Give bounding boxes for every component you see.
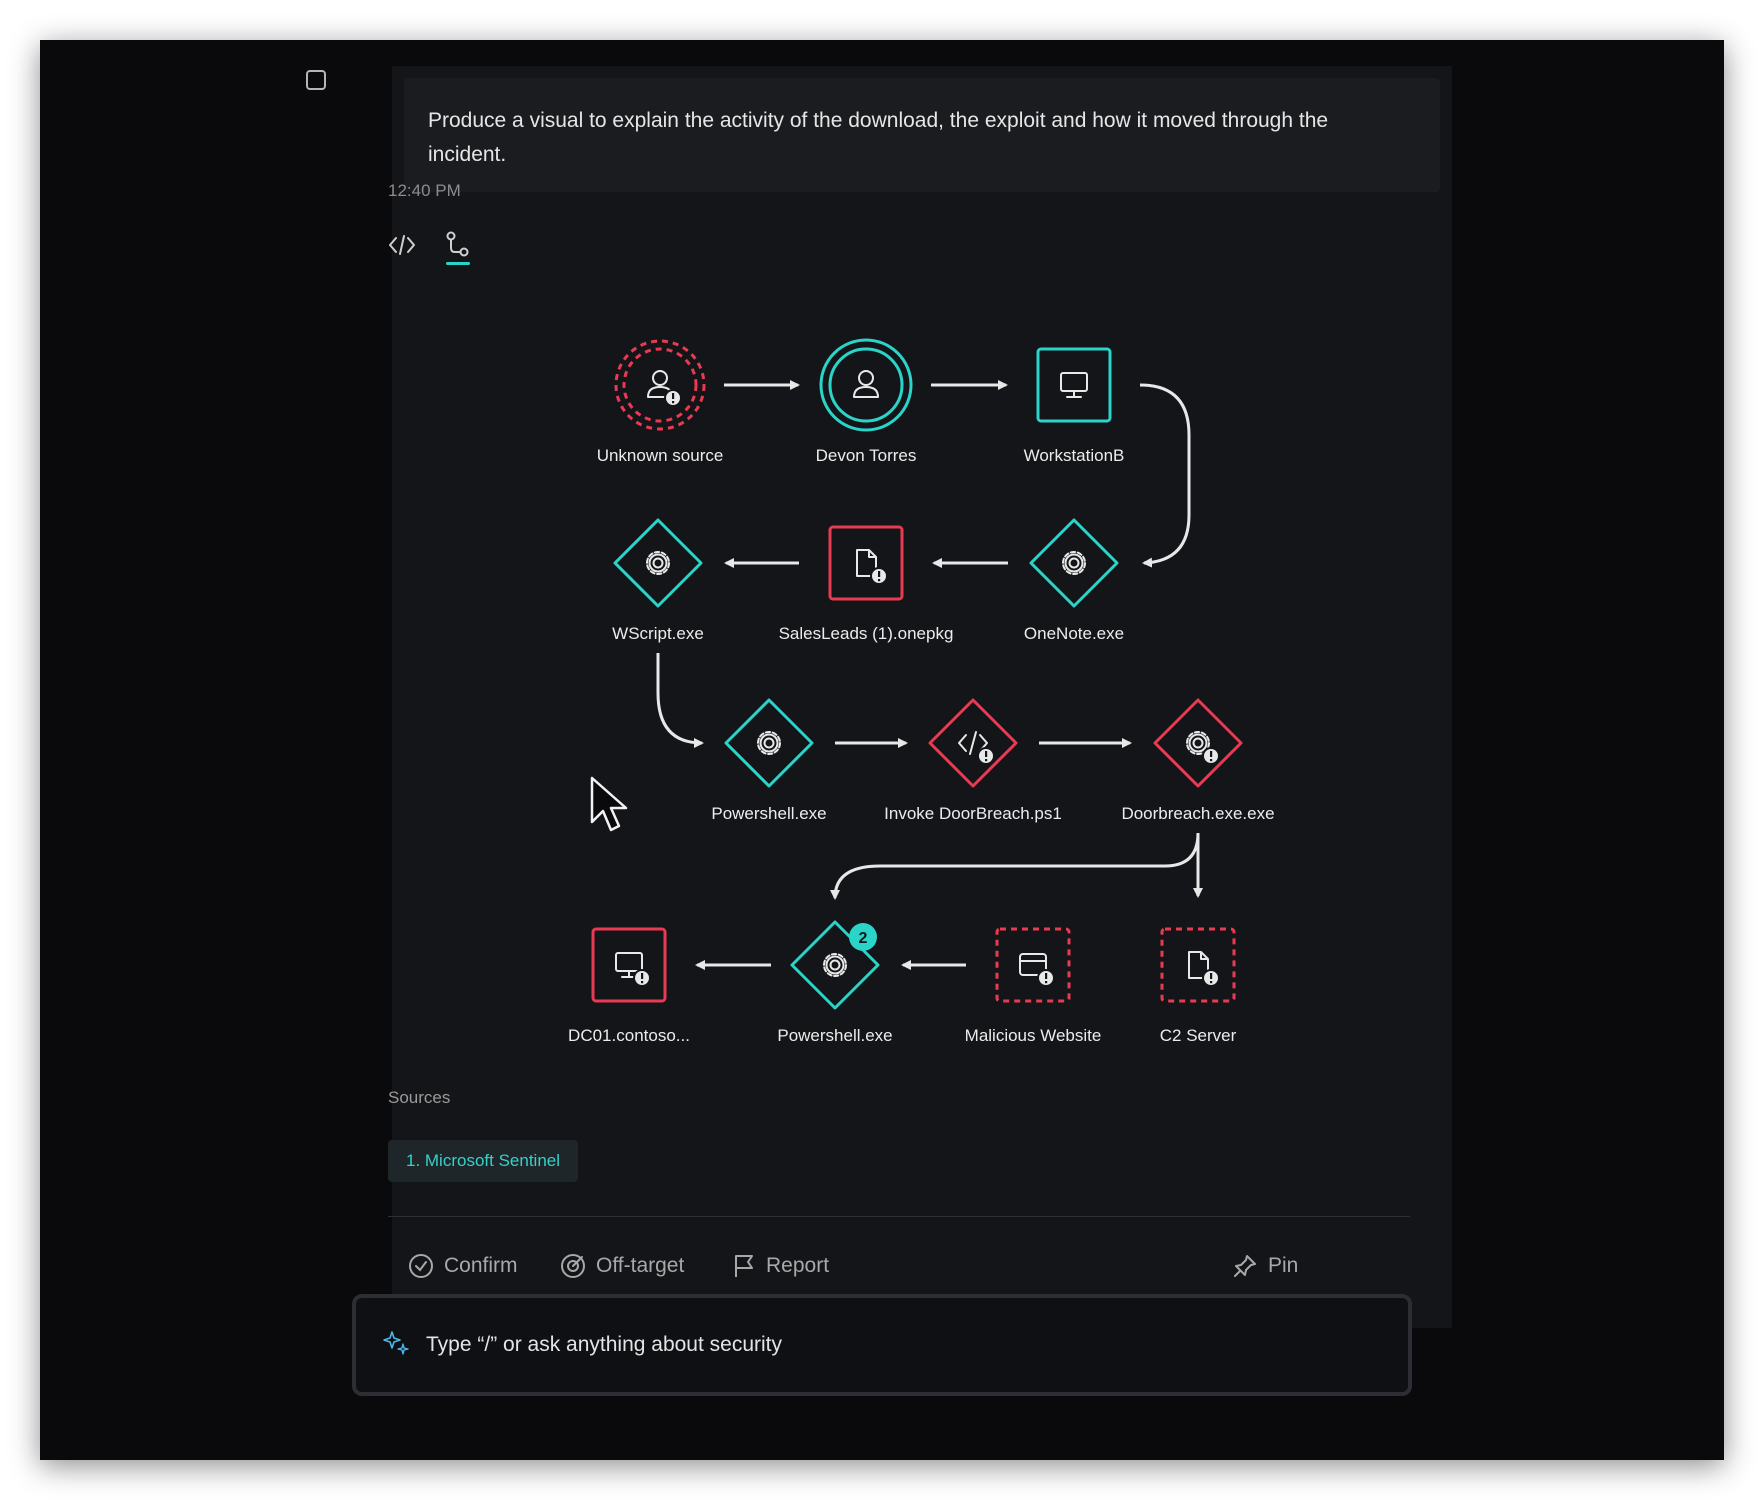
chat-input-box[interactable] (352, 1294, 1412, 1396)
select-prompt-checkbox[interactable] (306, 70, 326, 90)
pin-label: Pin (1268, 1254, 1299, 1277)
graph-icon (446, 231, 469, 257)
chat-input[interactable] (426, 1320, 1366, 1370)
pin-icon (1234, 1255, 1256, 1277)
pin-button[interactable]: Pin (1232, 1248, 1298, 1284)
prompt-card: Produce a visual to explain the activity… (404, 78, 1440, 192)
check-circle-icon (409, 1254, 433, 1278)
report-label: Report (766, 1254, 830, 1277)
app-window: Produce a visual to explain the activity… (40, 40, 1724, 1460)
flag-icon (735, 1255, 753, 1277)
sources-heading: Sources (388, 1088, 451, 1107)
code-icon (389, 235, 415, 255)
off-target-label: Off-target (596, 1254, 685, 1277)
target-icon (561, 1254, 585, 1278)
confirm-button[interactable]: Confirm (408, 1248, 518, 1284)
conversation-panel: Produce a visual to explain the activity… (392, 66, 1452, 1328)
source-chip-microsoft-sentinel[interactable]: 1. Microsoft Sentinel (388, 1140, 579, 1182)
response-timestamp: 12:40 PM (388, 181, 461, 200)
tab-code-view[interactable] (384, 225, 420, 265)
prompt-text: Produce a visual to explain the activity… (428, 109, 1329, 166)
divider (388, 1216, 1410, 1217)
report-button[interactable]: Report (732, 1248, 829, 1284)
sparkle-icon (383, 1331, 409, 1355)
confirm-label: Confirm (444, 1254, 518, 1277)
tab-graph-view[interactable] (440, 225, 476, 265)
off-target-button[interactable]: Off-target (560, 1248, 684, 1284)
